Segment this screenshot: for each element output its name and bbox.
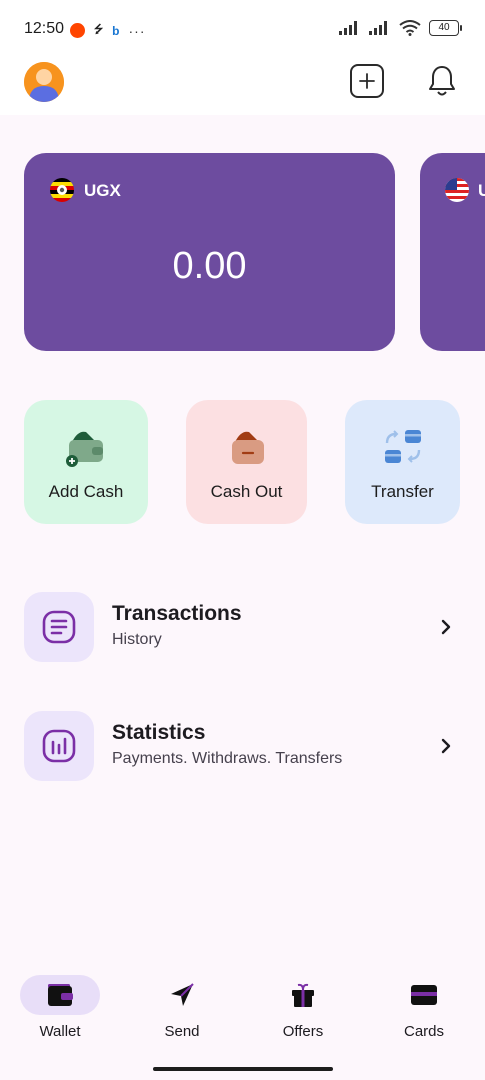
signal-icon [339, 21, 357, 35]
nav-wallet[interactable]: Wallet [15, 975, 105, 1040]
wallet-add-icon [64, 426, 108, 470]
home-indicator[interactable] [153, 1067, 333, 1071]
nav-cards-label: Cards [403, 1023, 444, 1040]
list-icon [24, 592, 94, 662]
nav-active-pill [20, 975, 100, 1015]
statistics-row[interactable]: Statistics Payments. Withdraws. Transfer… [24, 711, 464, 781]
top-app-bar [0, 60, 485, 115]
nav-cards[interactable]: Cards [379, 975, 469, 1040]
transfer-label: Transfer [371, 482, 434, 501]
card-icon [411, 985, 437, 1005]
battery-icon: 40 [429, 20, 462, 36]
cash-out-label: Cash Out [210, 482, 283, 501]
bell-icon [429, 66, 455, 96]
nav-pill [384, 975, 464, 1015]
more-notifications-icon: ··· [128, 22, 146, 39]
signal-icon-2 [369, 21, 387, 35]
gift-icon [292, 983, 314, 1007]
wifi-icon [399, 20, 421, 36]
wallet-card-ugx[interactable]: UGX 0.00 [24, 153, 395, 351]
wallet-icon [48, 984, 73, 1006]
nav-pill [142, 975, 222, 1015]
nav-send-label: Send [164, 1023, 200, 1040]
b-app-icon: b [112, 23, 120, 38]
status-bar: 12:50 ⭍ b ··· 40 [0, 0, 485, 60]
transactions-subtitle: History [112, 631, 162, 648]
nav-offers[interactable]: Offers [258, 975, 348, 1040]
nav-send[interactable]: Send [137, 975, 227, 1040]
transfer-icon [381, 426, 425, 470]
chart-icon [24, 711, 94, 781]
uganda-flag-icon [50, 178, 74, 202]
add-cash-label: Add Cash [48, 482, 124, 501]
bottom-navigation: Wallet Send Offers Cards [0, 965, 485, 1080]
notification-icons: ⭍ b ··· [70, 21, 146, 40]
transfer-button[interactable]: Transfer [345, 400, 460, 524]
transactions-title: Transactions [112, 602, 242, 625]
notification-icon: ⭍ [94, 24, 104, 36]
nav-pill [263, 975, 343, 1015]
statistics-subtitle: Payments. Withdraws. Transfers [112, 750, 343, 767]
avatar[interactable] [24, 62, 64, 102]
currency-code: UGX [84, 181, 121, 200]
avatar-icon [24, 62, 64, 102]
chevron-right-icon [436, 616, 456, 638]
nav-wallet-label: Wallet [39, 1023, 81, 1040]
reddit-icon [70, 23, 85, 38]
balance-amount: 0.00 [172, 245, 247, 287]
add-cash-button[interactable]: Add Cash [24, 400, 148, 524]
plus-icon [359, 73, 375, 89]
add-button[interactable] [350, 64, 384, 98]
wallet-minus-icon [225, 426, 269, 470]
transactions-row[interactable]: Transactions History [24, 592, 464, 662]
status-time: 12:50 [24, 20, 65, 37]
chevron-right-icon [436, 735, 456, 757]
cash-out-button[interactable]: Cash Out [186, 400, 307, 524]
usa-flag-icon [445, 178, 469, 202]
currency-code: U [478, 181, 485, 200]
system-icons: 40 [339, 20, 462, 36]
nav-offers-label: Offers [282, 1023, 324, 1040]
send-icon [171, 983, 194, 1006]
notifications-button[interactable] [424, 63, 460, 99]
wallet-card-usd[interactable]: U [420, 153, 485, 351]
statistics-title: Statistics [112, 721, 206, 744]
